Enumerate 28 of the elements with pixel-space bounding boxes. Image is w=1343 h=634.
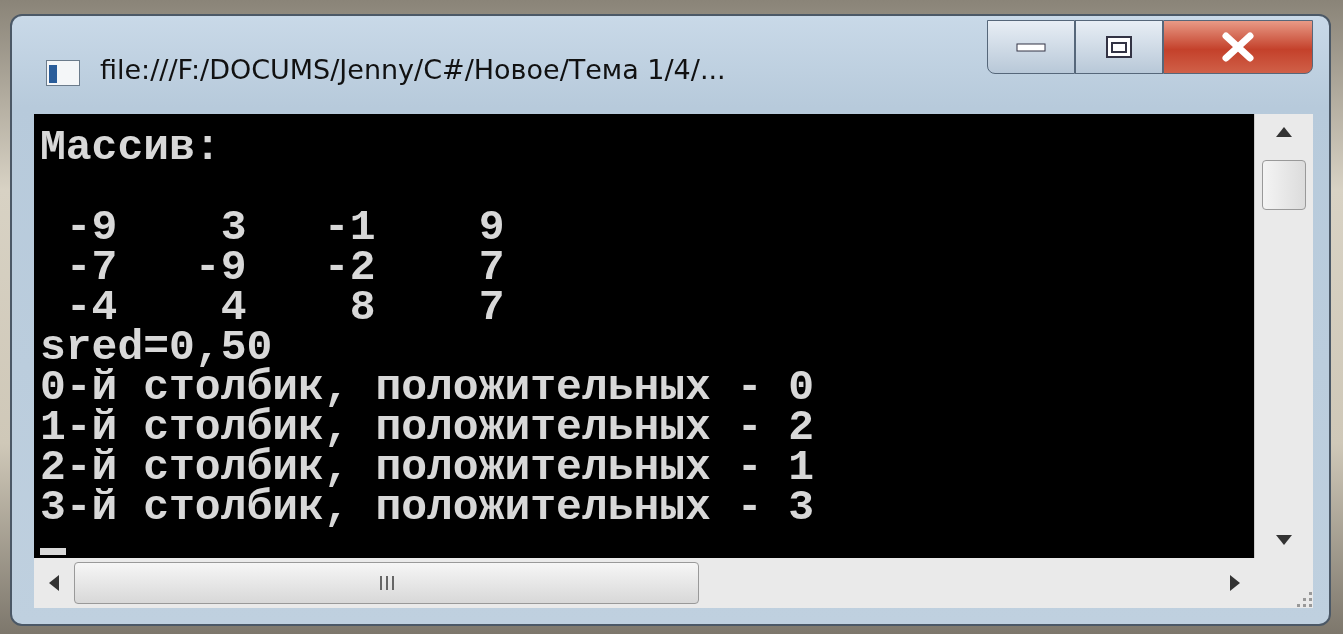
maximize-button[interactable] [1075,20,1163,74]
console-line: 1-й столбик, положительных - 2 [40,408,815,448]
scrollbar-thumb[interactable] [1262,160,1306,210]
resize-grip-icon[interactable] [1295,590,1313,608]
down-arrow-icon [1276,535,1292,545]
right-arrow-icon [1230,575,1240,591]
scrollbar-thumb[interactable] [74,562,699,604]
close-button[interactable] [1163,20,1313,74]
horizontal-scrollbar[interactable] [34,558,1313,608]
vertical-scrollbar[interactable] [1254,114,1313,558]
console-line: sred=0,50 [40,328,273,368]
console-line: 2-й столбик, положительных - 1 [40,448,815,488]
console-line: 3-й столбик, положительных - 3 [40,488,815,528]
maximize-icon [1105,35,1133,59]
matrix-row-text: -7 -9 -2 7 [64,248,505,288]
up-arrow-icon [1276,127,1292,137]
window-title: file:///F:/DOCUMS/Jenny/C#/Новое/Тема 1/4/... [100,54,727,85]
left-arrow-icon [49,575,59,591]
text-cursor [40,548,66,555]
console-app-icon [46,60,80,86]
close-icon [1221,32,1255,62]
matrix-row-text: -4 4 8 7 [65,288,505,328]
minimize-button[interactable] [987,20,1075,74]
console-line: 0-й столбик, положительных - 0 [40,368,815,408]
console-heading: Массив: [40,128,221,168]
matrix-row-text: -9 3 -1 9 [64,208,505,248]
grip-icon [378,576,395,590]
minimize-icon [1016,41,1046,53]
